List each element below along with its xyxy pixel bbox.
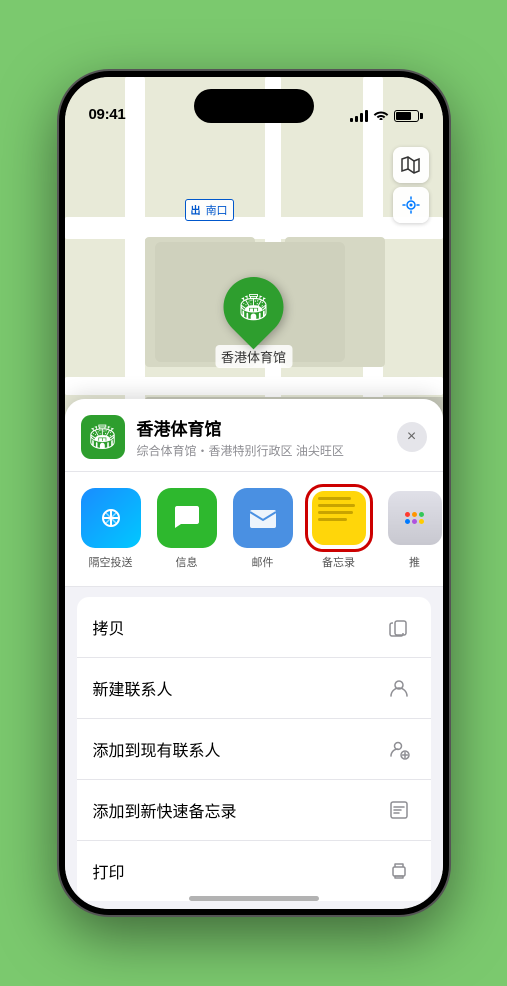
entrance-label: 出 南口 <box>185 199 234 221</box>
action-quick-note[interactable]: 添加到新快速备忘录 <box>77 780 431 841</box>
venue-info: 香港体育馆 综合体育馆・香港特别行政区 油尖旺区 <box>137 415 397 459</box>
dynamic-island <box>194 89 314 123</box>
new-contact-icon <box>383 672 415 704</box>
notes-inner <box>312 491 366 545</box>
more-label: 推 <box>409 554 420 570</box>
airdrop-label: 隔空投送 <box>89 554 133 570</box>
add-existing-icon <box>383 733 415 765</box>
location-marker: 🏟 香港体育馆 <box>215 277 292 368</box>
action-print[interactable]: 打印 <box>77 841 431 901</box>
more-icon <box>385 488 443 548</box>
venue-name: 香港体育馆 <box>137 415 397 440</box>
location-button[interactable] <box>393 187 429 223</box>
messages-icon <box>157 488 217 548</box>
wifi-icon <box>373 108 389 123</box>
share-item-mail[interactable]: 邮件 <box>229 488 297 570</box>
marker-pin: 🏟 <box>211 265 296 350</box>
venue-icon: 🏟 <box>81 415 125 459</box>
action-add-existing[interactable]: 添加到现有联系人 <box>77 719 431 780</box>
action-list: 拷贝 新建联系人 <box>77 597 431 901</box>
signal-bar-4 <box>365 110 368 122</box>
phone-frame: 09:41 <box>59 71 449 915</box>
stadium-icon: 🏟 <box>237 292 270 323</box>
action-copy[interactable]: 拷贝 <box>77 597 431 658</box>
messages-label: 信息 <box>176 554 198 570</box>
road-h2 <box>65 377 443 395</box>
status-icons <box>350 108 419 123</box>
signal-bar-3 <box>360 113 363 122</box>
share-item-more[interactable]: 推 <box>381 488 443 570</box>
venue-subtitle: 综合体育馆・香港特别行政区 油尖旺区 <box>137 442 397 459</box>
copy-label: 拷贝 <box>93 615 125 639</box>
share-item-notes[interactable]: 备忘录 <box>305 488 373 570</box>
home-indicator <box>189 896 319 901</box>
phone-screen: 09:41 <box>65 77 443 909</box>
action-new-contact[interactable]: 新建联系人 <box>77 658 431 719</box>
share-item-airdrop[interactable]: 隔空投送 <box>77 488 145 570</box>
notes-label: 备忘录 <box>322 554 355 570</box>
map-buttons <box>393 147 429 223</box>
status-time: 09:41 <box>89 106 126 123</box>
copy-icon <box>383 611 415 643</box>
signal-bar-2 <box>355 116 358 122</box>
quick-note-icon <box>383 794 415 826</box>
signal-bar-1 <box>350 118 353 122</box>
map-type-button[interactable] <box>393 147 429 183</box>
mail-label: 邮件 <box>252 554 274 570</box>
airdrop-icon <box>81 488 141 548</box>
add-existing-label: 添加到现有联系人 <box>93 737 221 761</box>
sheet-header: 🏟 香港体育馆 综合体育馆・香港特别行政区 油尖旺区 × <box>65 399 443 472</box>
close-button[interactable]: × <box>397 422 427 452</box>
bottom-sheet: 🏟 香港体育馆 综合体育馆・香港特别行政区 油尖旺区 × <box>65 399 443 909</box>
battery-icon <box>394 110 419 122</box>
share-row: 隔空投送 信息 <box>65 472 443 587</box>
print-label: 打印 <box>93 859 125 883</box>
mail-icon <box>233 488 293 548</box>
road-h1 <box>65 217 443 239</box>
notes-icon-wrap <box>309 488 369 548</box>
share-item-messages[interactable]: 信息 <box>153 488 221 570</box>
new-contact-label: 新建联系人 <box>93 676 173 700</box>
signal-bars <box>350 110 368 122</box>
quick-note-label: 添加到新快速备忘录 <box>93 798 237 822</box>
print-icon <box>383 855 415 887</box>
